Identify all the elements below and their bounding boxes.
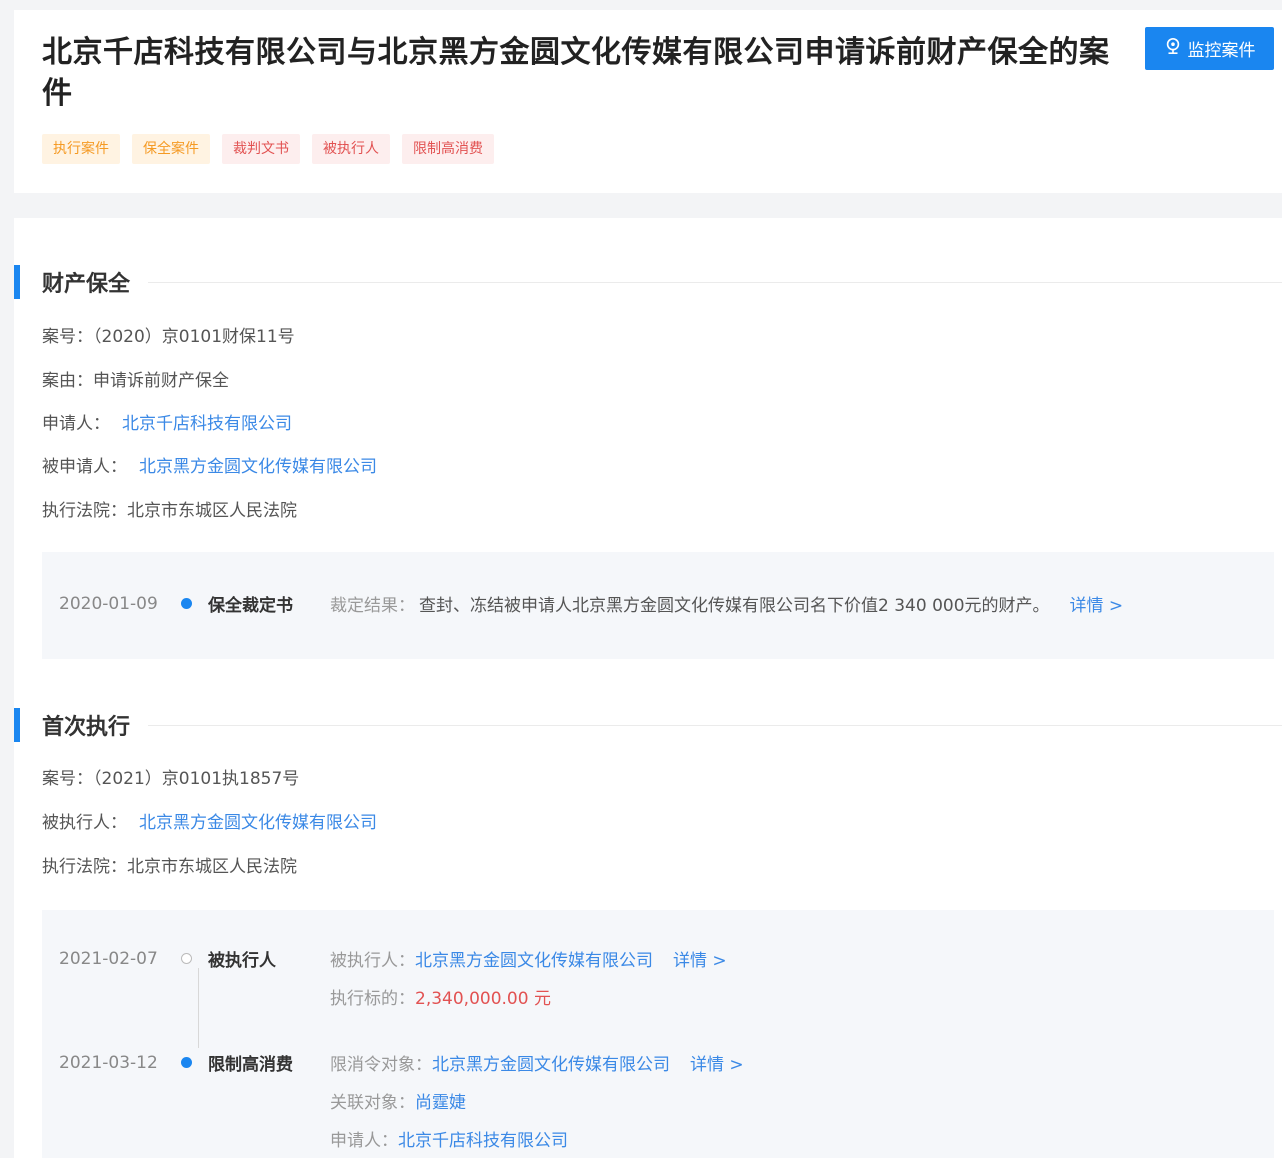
timeline-date: 2020-01-09: [59, 593, 158, 614]
applicant-label: 申请人：: [330, 1131, 398, 1151]
result-text: 查封、冻结被申请人北京黑方金圆文化传媒有限公司名下价值2 340 000元的财产…: [419, 596, 1050, 616]
tag-executed-person[interactable]: 被执行人: [312, 134, 390, 164]
section-header-preservation: 财产保全: [14, 265, 1282, 299]
tag-preservation-case[interactable]: 保全案件: [132, 134, 210, 164]
cause-value: 申请诉前财产保全: [93, 371, 229, 391]
respondent-link[interactable]: 北京黑方金圆文化传媒有限公司: [139, 457, 377, 477]
case-no-value: （2020）京0101财保11号: [93, 327, 295, 347]
section-header-execution: 首次执行: [14, 708, 1282, 742]
timeline-connector: [198, 968, 199, 1048]
case-header-card: 北京千店科技有限公司与北京黑方金圆文化传媒有限公司申请诉前财产保全的案件 监控案…: [14, 10, 1282, 193]
respondent-label: 被申请人：: [42, 457, 127, 477]
executed-link[interactable]: 北京黑方金圆文化传媒有限公司: [415, 946, 653, 971]
timeline-event: 限制高消费: [208, 1055, 293, 1075]
cause-label: 案由：: [42, 371, 93, 391]
court-label: 执行法院：: [42, 857, 127, 877]
section-accent-bar: [14, 265, 20, 299]
section-divider: [148, 724, 1282, 726]
court-label: 执行法院：: [42, 501, 127, 521]
timeline-event: 被执行人: [208, 951, 276, 971]
preservation-case-no: 案号：（2020）京0101财保11号: [42, 322, 295, 347]
detail-link[interactable]: 详情 >: [690, 1050, 744, 1075]
execution-timeline: 2021-02-07 被执行人 被执行人： 北京黑方金圆文化传媒有限公司 详情 …: [42, 910, 1274, 1158]
section-title-execution: 首次执行: [42, 715, 131, 740]
timeline-date: 2021-03-12: [59, 1052, 158, 1073]
executed-link[interactable]: 北京黑方金圆文化传媒有限公司: [139, 813, 377, 833]
applicant-link[interactable]: 北京千店科技有限公司: [398, 1126, 568, 1151]
section-title-preservation: 财产保全: [42, 272, 131, 297]
case-tags: 执行案件 保全案件 裁判文书 被执行人 限制高消费: [42, 134, 494, 164]
timeline-dot-icon: [181, 598, 192, 609]
result-label: 裁定结果：: [330, 596, 415, 616]
tag-judgment-document[interactable]: 裁判文书: [222, 134, 300, 164]
related-label: 关联对象：: [330, 1093, 415, 1113]
case-no-value: （2021）京0101执1857号: [93, 769, 300, 789]
section-accent-bar: [14, 708, 20, 742]
restriction-target-label: 限消令对象：: [330, 1055, 432, 1075]
timeline-subline: 申请人： 北京千店科技有限公司: [330, 1126, 568, 1151]
tag-execution-case[interactable]: 执行案件: [42, 134, 120, 164]
preservation-respondent: 被申请人： 北京黑方金圆文化传媒有限公司: [42, 452, 377, 477]
monitor-icon: [1164, 37, 1182, 60]
timeline-dot-icon: [181, 953, 192, 964]
section-divider: [148, 281, 1282, 283]
tag-consumption-restriction[interactable]: 限制高消费: [402, 134, 494, 164]
timeline-item: 2021-03-12 限制高消费 限消令对象： 北京黑方金圆文化传媒有限公司 详…: [59, 1050, 744, 1076]
monitor-case-button[interactable]: 监控案件: [1145, 27, 1274, 70]
applicant-link[interactable]: 北京千店科技有限公司: [122, 414, 292, 434]
case-no-label: 案号：: [42, 327, 93, 347]
timeline-item: 2020-01-09 保全裁定书 裁定结果： 查封、冻结被申请人北京黑方金圆文化…: [59, 591, 1124, 617]
timeline-date: 2021-02-07: [59, 948, 158, 969]
court-value: 北京市东城区人民法院: [127, 501, 297, 521]
preservation-court: 执行法院：北京市东城区人民法院: [42, 496, 297, 521]
preservation-timeline: 2020-01-09 保全裁定书 裁定结果： 查封、冻结被申请人北京黑方金圆文化…: [42, 552, 1274, 659]
executed-label: 被执行人：: [42, 813, 127, 833]
target-label: 执行标的：: [330, 989, 415, 1009]
timeline-item: 2021-02-07 被执行人 被执行人： 北京黑方金圆文化传媒有限公司 详情 …: [59, 946, 727, 972]
case-detail-card: 财产保全 案号：（2020）京0101财保11号 案由：申请诉前财产保全 申请人…: [14, 218, 1282, 1158]
target-amount: 2,340,000.00 元: [415, 989, 551, 1009]
detail-link[interactable]: 详情 >: [673, 946, 727, 971]
case-no-label: 案号：: [42, 769, 93, 789]
applicant-label: 申请人：: [42, 414, 110, 434]
timeline-dot-icon: [181, 1057, 192, 1068]
preservation-cause: 案由：申请诉前财产保全: [42, 366, 229, 391]
monitor-button-label: 监控案件: [1187, 41, 1256, 61]
court-value: 北京市东城区人民法院: [127, 857, 297, 877]
executed-label: 被执行人：: [330, 951, 415, 971]
execution-court: 执行法院：北京市东城区人民法院: [42, 852, 297, 877]
timeline-event: 保全裁定书: [208, 596, 293, 616]
page-title: 北京千店科技有限公司与北京黑方金圆文化传媒有限公司申请诉前财产保全的案件: [42, 35, 1110, 111]
execution-case-no: 案号：（2021）京0101执1857号: [42, 764, 299, 789]
preservation-applicant: 申请人： 北京千店科技有限公司: [42, 409, 292, 434]
timeline-subline: 执行标的： 2,340,000.00 元: [330, 984, 551, 1009]
timeline-subline: 关联对象： 尚霆婕: [330, 1088, 466, 1113]
detail-link[interactable]: 详情 >: [1070, 591, 1124, 616]
related-link[interactable]: 尚霆婕: [415, 1088, 466, 1113]
restriction-target-link[interactable]: 北京黑方金圆文化传媒有限公司: [432, 1050, 670, 1075]
execution-executed-person: 被执行人： 北京黑方金圆文化传媒有限公司: [42, 808, 377, 833]
